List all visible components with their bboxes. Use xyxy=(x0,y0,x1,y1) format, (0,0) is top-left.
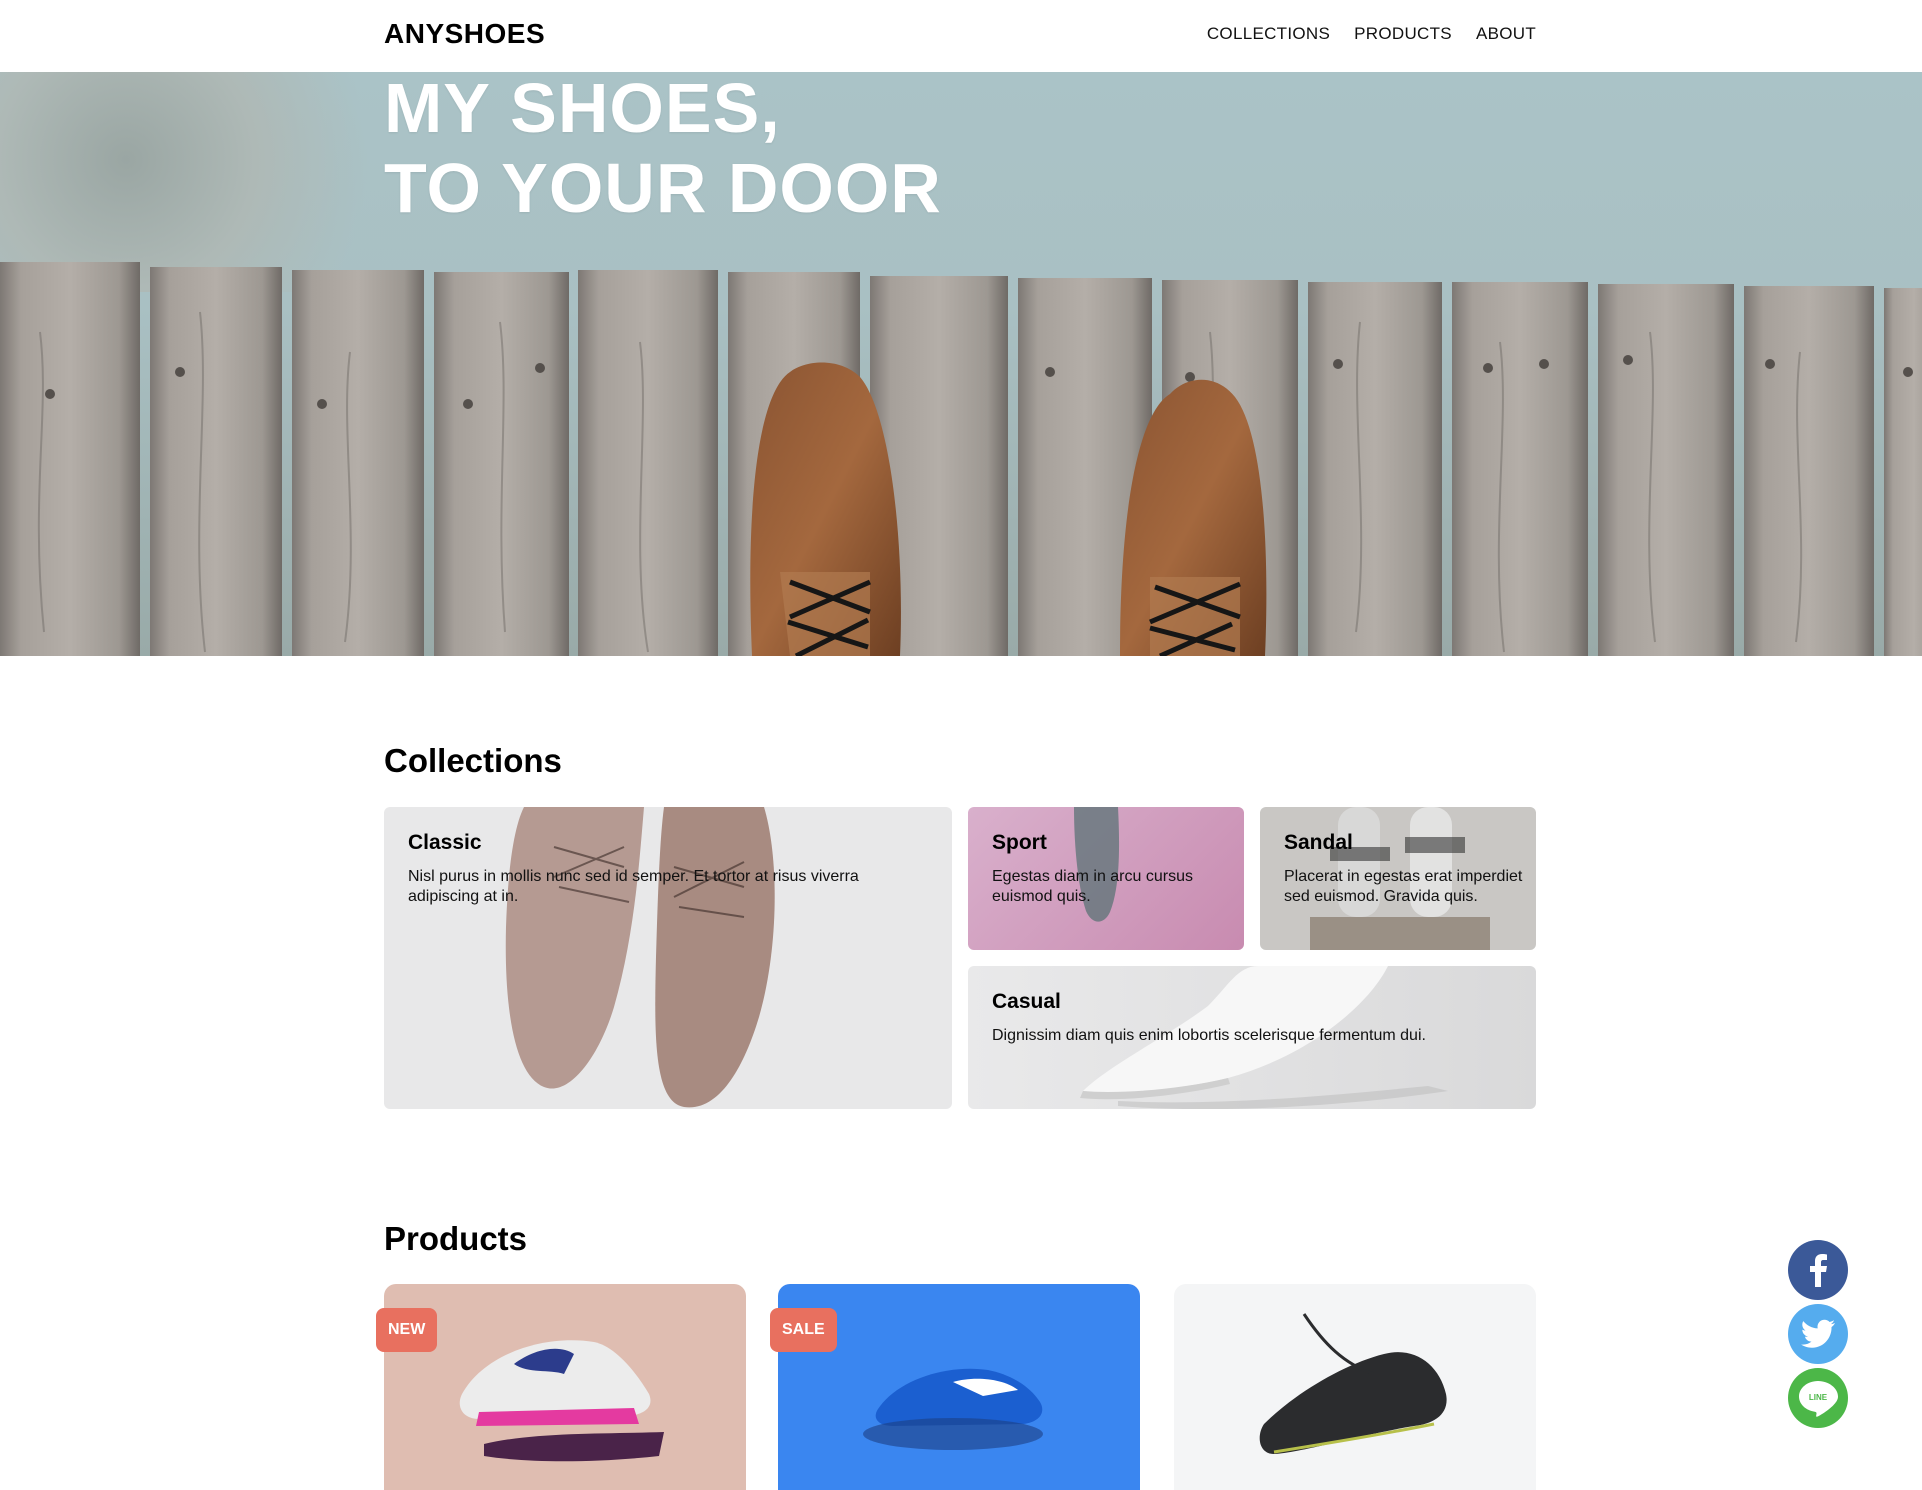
facebook-icon xyxy=(1810,1254,1827,1287)
badge-sale: SALE xyxy=(770,1308,837,1352)
hero-title-line1: MY SHOES, xyxy=(384,72,781,147)
black-sneaker-image xyxy=(1259,1313,1447,1454)
collection-card-sandal[interactable]: Sandal Placerat in egestas erat imperdie… xyxy=(1260,807,1536,950)
collection-card-casual[interactable]: Casual Dignissim diam quis enim lobortis… xyxy=(968,966,1536,1109)
products-title: Products xyxy=(384,1220,528,1257)
collection-card-sport[interactable]: Sport Egestas diam in arcu cursus euismo… xyxy=(968,807,1244,950)
line-icon: LINE xyxy=(1799,1381,1838,1417)
collection-card-classic[interactable]: Classic Nisl purus in mollis nunc sed id… xyxy=(384,807,952,1109)
collection-name-sport: Sport xyxy=(992,831,1047,854)
collection-desc-sport: Egestas diam in arcu cursus euismod quis… xyxy=(992,868,1193,905)
main-nav: COLLECTIONS PRODUCTS ABOUT xyxy=(1207,24,1536,44)
twitter-share-button[interactable] xyxy=(1788,1304,1848,1364)
collection-desc-sandal: Placerat in egestas erat imperdiet sed e… xyxy=(1284,868,1523,905)
collection-desc-casual: Dignissim diam quis enim lobortis sceler… xyxy=(992,1027,1426,1044)
hero-banner: MY SHOES, TO YOUR DOOR xyxy=(0,72,1922,656)
hero-title-line2: TO YOUR DOOR xyxy=(384,149,942,227)
facebook-share-button[interactable] xyxy=(1788,1240,1848,1300)
hero-boardwalk-image xyxy=(0,262,1922,656)
collection-name-casual: Casual xyxy=(992,990,1061,1013)
pink-sneaker-image xyxy=(459,1340,664,1462)
collection-name-classic: Classic xyxy=(408,831,482,854)
product-card-1[interactable] xyxy=(384,1284,746,1490)
nav-collections[interactable]: COLLECTIONS xyxy=(1207,24,1330,44)
product-card-3[interactable] xyxy=(1174,1284,1536,1490)
nav-products[interactable]: PRODUCTS xyxy=(1354,24,1452,44)
nav-about[interactable]: ABOUT xyxy=(1476,24,1536,44)
badge-new: NEW xyxy=(376,1308,438,1352)
twitter-icon xyxy=(1801,1319,1835,1348)
svg-text:LINE: LINE xyxy=(1809,1393,1828,1402)
collection-desc-classic: Nisl purus in mollis nunc sed id semper.… xyxy=(408,868,859,905)
page: ANYSHOES COLLECTIONS PRODUCTS ABOUT MY S… xyxy=(0,0,1922,1490)
line-share-button[interactable]: LINE xyxy=(1788,1368,1848,1428)
site-header: ANYSHOES COLLECTIONS PRODUCTS ABOUT xyxy=(0,0,1922,72)
collections-title: Collections xyxy=(384,742,562,779)
hero-title: MY SHOES, TO YOUR DOOR xyxy=(384,72,942,228)
brand-logo[interactable]: ANYSHOES xyxy=(384,18,545,50)
collection-name-sandal: Sandal xyxy=(1284,831,1353,854)
